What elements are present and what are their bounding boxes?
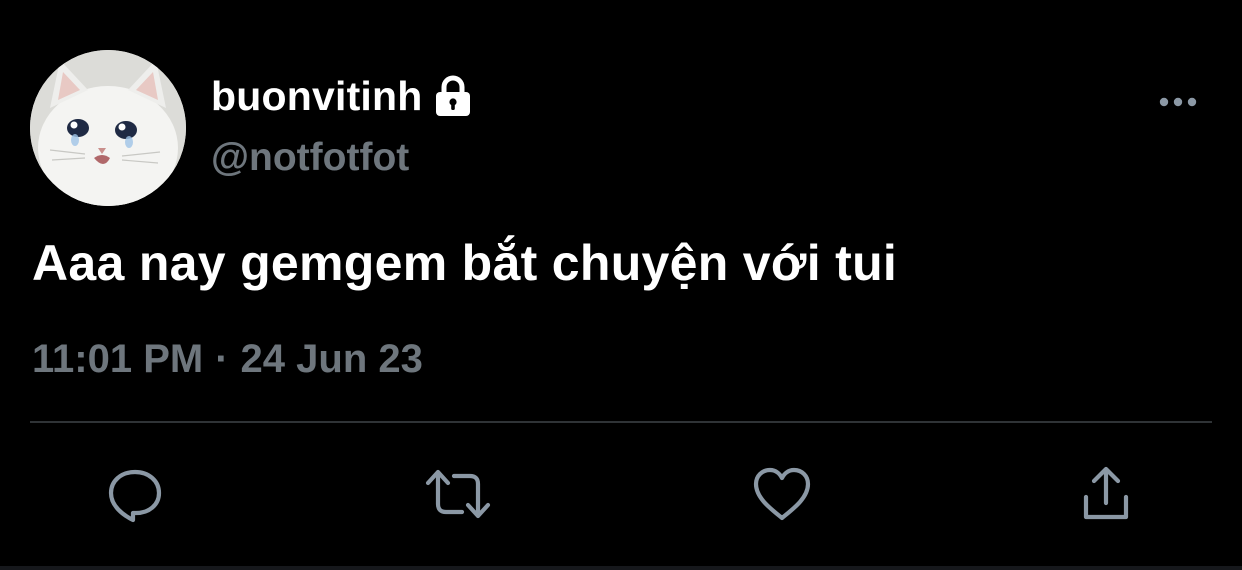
display-name-row: buonvitinh — [211, 66, 473, 126]
crying-cat-avatar-icon — [30, 50, 186, 206]
bottom-border — [0, 566, 1242, 570]
tweet-card: buonvitinh @notfotfot Aaa nay gemgem bắt… — [0, 0, 1242, 570]
divider — [30, 421, 1212, 423]
retweet-button[interactable] — [422, 458, 494, 530]
heart-icon — [753, 467, 811, 521]
lock-icon — [433, 74, 473, 118]
share-icon — [1083, 466, 1129, 520]
more-options-button[interactable] — [1150, 80, 1206, 124]
timestamp-separator: · — [215, 337, 229, 381]
tweet-time: 11:01 PM — [32, 337, 204, 381]
reply-button[interactable] — [99, 458, 171, 530]
tweet-timestamp[interactable]: 11:01 PM · 24 Jun 23 — [32, 337, 423, 382]
retweet-icon — [425, 469, 491, 519]
like-button[interactable] — [746, 458, 818, 530]
share-button[interactable] — [1070, 458, 1142, 530]
reply-icon — [108, 469, 162, 523]
display-name[interactable]: buonvitinh — [211, 73, 423, 120]
user-handle[interactable]: @notfotfot — [211, 136, 409, 180]
action-bar — [0, 458, 1242, 530]
more-dots-icon — [1159, 97, 1197, 107]
tweet-text: Aaa nay gemgem bắt chuyện với tui — [32, 235, 898, 291]
tweet-date: 24 Jun 23 — [240, 337, 423, 381]
avatar[interactable] — [30, 50, 186, 206]
